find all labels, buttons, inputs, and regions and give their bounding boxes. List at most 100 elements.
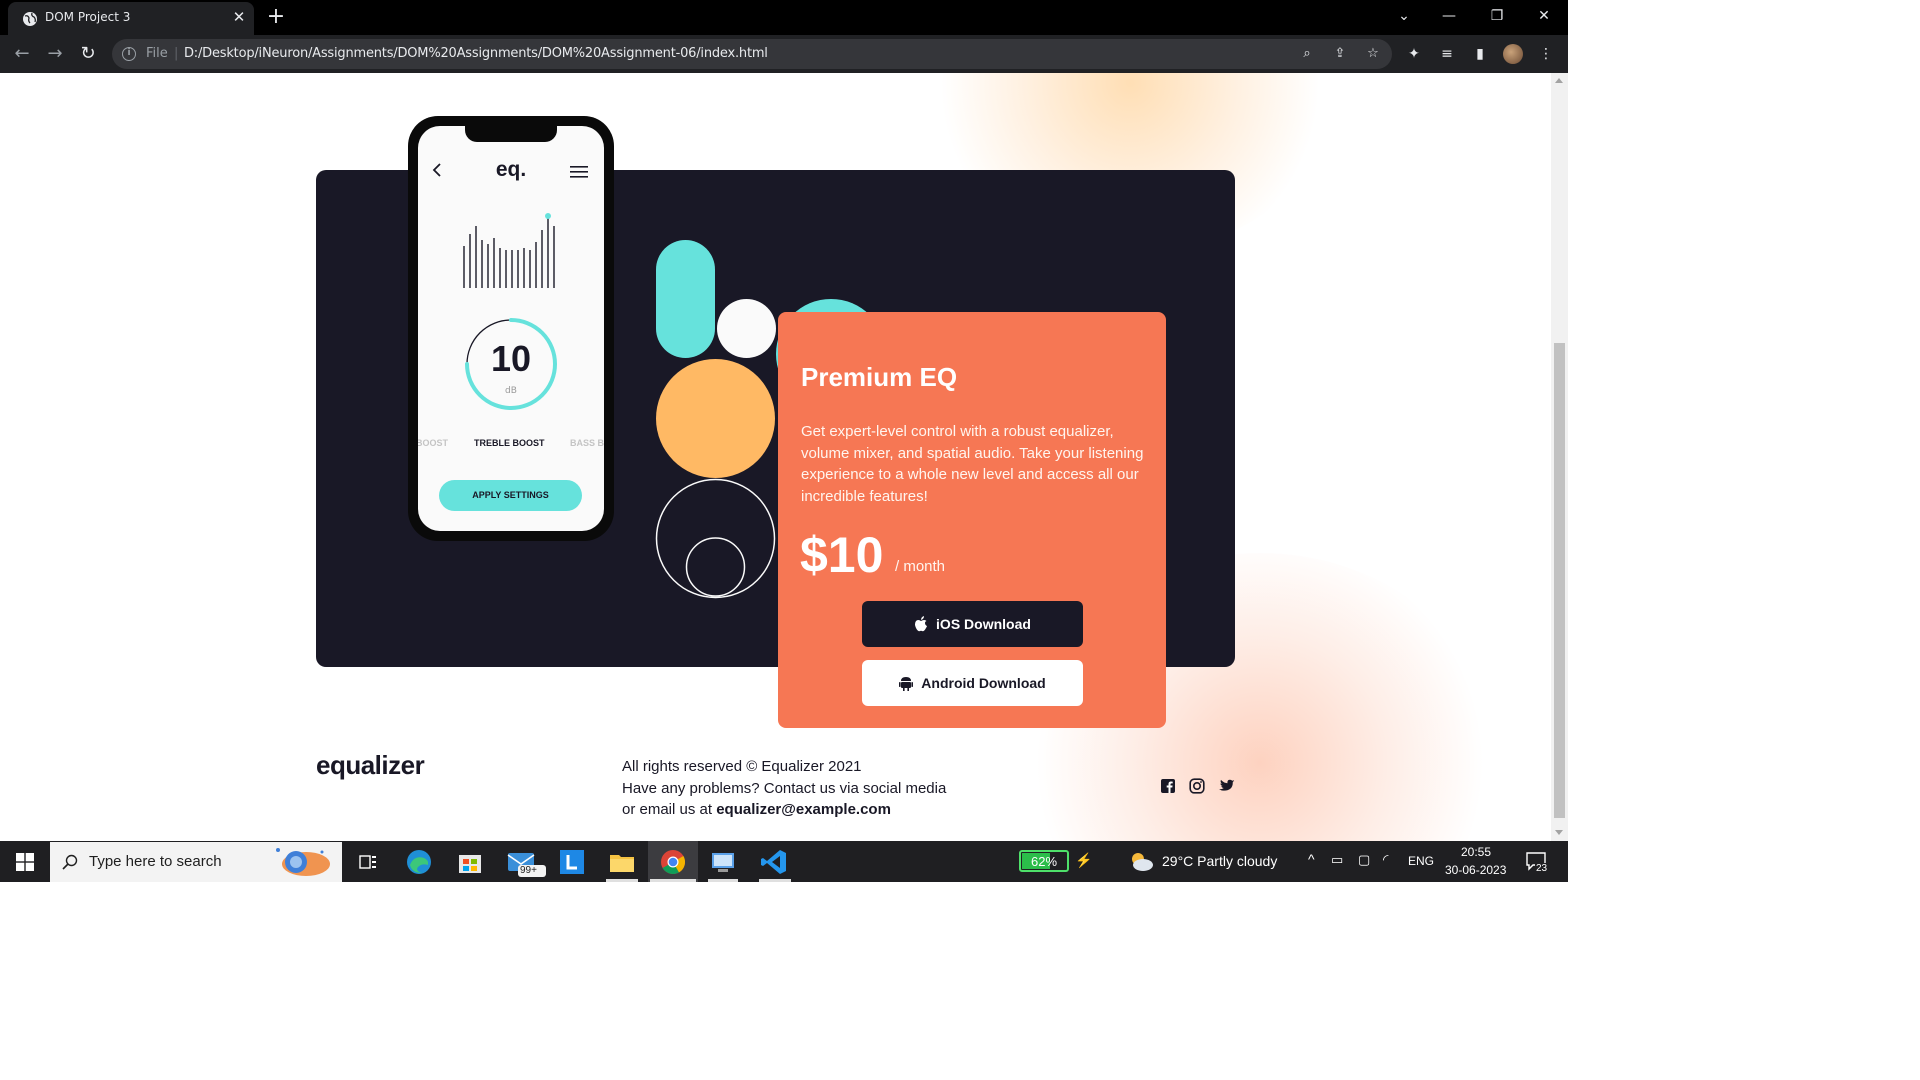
remote-desktop-icon[interactable] (708, 847, 738, 877)
card-title: Premium EQ (801, 362, 958, 392)
tab-close-icon[interactable]: ✕ (230, 8, 248, 26)
equalizer-bars-graphic (463, 213, 555, 288)
apple-icon (915, 615, 928, 631)
edge-browser-icon[interactable] (404, 847, 434, 877)
weather-text[interactable]: 29°C Partly cloudy (1162, 853, 1277, 869)
hamburger-menu-icon (570, 166, 588, 178)
android-icon (899, 676, 914, 691)
close-window-button[interactable]: ✕ (1531, 4, 1557, 28)
card-description: Get expert-level control with a robust e… (801, 423, 1144, 505)
scroll-down-arrow[interactable] (1555, 830, 1563, 835)
white-circle-shape (717, 299, 776, 358)
browser-titlebar: DOM Project 3 ✕ + ⌄ — ❐ ✕ (0, 0, 1568, 35)
restore-button[interactable]: ❐ (1484, 4, 1510, 28)
url-separator: | (174, 46, 179, 61)
microsoft-store-icon[interactable] (455, 847, 485, 877)
back-button[interactable]: ← (10, 42, 34, 66)
tray-overflow-icon[interactable]: ^ (1308, 851, 1315, 867)
taskbar-search[interactable]: Type here to search (50, 842, 342, 882)
reload-button[interactable]: ↻ (76, 42, 100, 66)
price: $10 (800, 527, 884, 583)
android-download-label: Android Download (921, 675, 1046, 691)
menu-kebab-icon[interactable]: ⋮ (1536, 44, 1556, 64)
minimize-button[interactable]: — (1436, 4, 1462, 28)
footer-text: All rights reserved © Equalizer 2021 Hav… (622, 756, 946, 821)
language-indicator[interactable]: ENG (1408, 854, 1434, 868)
browser-tab[interactable]: DOM Project 3 ✕ (8, 2, 254, 35)
phone-screen: eq. 10 dB BOOST TREBLE BOOST BASS B APPL… (418, 126, 604, 531)
page-viewport: eq. 10 dB BOOST TREBLE BOOST BASS B APPL… (0, 73, 1551, 841)
partly-cloudy-icon (1132, 853, 1153, 871)
vscode-running-indicator (759, 879, 791, 882)
instagram-icon[interactable] (1189, 778, 1205, 794)
price-period: / month (895, 558, 946, 575)
twitter-icon[interactable] (1219, 778, 1235, 794)
task-view-icon[interactable] (353, 847, 383, 877)
outline-circles-shape (655, 478, 776, 599)
footer-copyright: All rights reserved © Equalizer 2021 (622, 758, 862, 775)
forward-button[interactable]: → (43, 42, 67, 66)
wifi-icon[interactable]: ◜ (1383, 851, 1388, 868)
premium-card: Premium EQ Get expert-level control with… (778, 312, 1166, 728)
dial-unit: dB (505, 386, 517, 396)
profile-avatar[interactable] (1503, 44, 1523, 64)
clock-time[interactable]: 20:55 (1461, 845, 1491, 859)
info-icon[interactable]: i (122, 47, 136, 61)
dial-value: 10 (490, 338, 532, 379)
windows-taskbar: Type here to search 99+ 62% ⚡ 29°C Partl… (0, 841, 1568, 882)
chrome-icon[interactable] (658, 847, 688, 877)
mail-icon[interactable]: 99+ (506, 847, 546, 877)
phone-notch (465, 126, 557, 142)
remote-running-indicator (708, 879, 738, 882)
globe-icon (23, 12, 37, 26)
footer-email-prefix: or email us at (622, 801, 713, 818)
footer-email-link[interactable]: equalizer@example.com (716, 801, 891, 818)
windows-start-icon[interactable] (16, 853, 34, 871)
extensions-icon[interactable]: ✦ (1404, 44, 1424, 64)
battery-indicator[interactable]: 62% (1019, 850, 1069, 872)
bookmark-star-icon[interactable]: ☆ (1364, 45, 1382, 63)
battery-tray-icon[interactable]: ▭ (1331, 852, 1343, 868)
clock-date[interactable]: 30-06-2023 (1445, 863, 1506, 877)
footer-contact: Have any problems? Contact us via social… (622, 779, 947, 797)
ios-download-label: iOS Download (936, 616, 1031, 632)
url-text[interactable]: D:/Desktop/iNeuron/Assignments/DOM%20Ass… (184, 46, 768, 61)
cyan-pill-shape (656, 240, 715, 358)
file-explorer-icon[interactable] (607, 847, 637, 877)
search-highlight-icon (276, 848, 330, 876)
address-bar[interactable]: i File | D:/Desktop/iNeuron/Assignments/… (112, 39, 1392, 69)
share-icon[interactable]: ⇪ (1331, 45, 1349, 63)
battery-percent: 62% (1030, 854, 1058, 869)
footer-logo[interactable]: equalizer (316, 750, 425, 781)
preset-boost[interactable]: BOOST (418, 438, 448, 448)
search-icon (62, 854, 78, 870)
yellow-circle-shape (656, 359, 775, 478)
notification-count: 23 (1535, 863, 1549, 874)
media-control-icon[interactable]: ≡ (1437, 44, 1457, 64)
search-placeholder: Type here to search (89, 853, 222, 870)
facebook-icon[interactable] (1160, 778, 1176, 794)
chrome-running-indicator (650, 879, 696, 882)
mail-badge: 99+ (520, 865, 537, 876)
charging-plug-icon: ⚡ (1075, 852, 1093, 868)
file-label: File (146, 46, 168, 61)
page-scrollbar[interactable] (1551, 73, 1568, 841)
android-download-button[interactable]: Android Download (862, 660, 1083, 706)
phone-mockup: eq. 10 dB BOOST TREBLE BOOST BASS B APPL… (408, 116, 614, 541)
apply-settings-button[interactable]: APPLY SETTINGS (439, 480, 582, 511)
meet-now-icon[interactable]: ▢ (1358, 852, 1370, 868)
ios-download-button[interactable]: iOS Download (862, 601, 1083, 647)
scroll-up-arrow[interactable] (1555, 78, 1563, 83)
explorer-running-indicator (606, 879, 638, 882)
tab-title: DOM Project 3 (45, 10, 131, 24)
side-panel-icon[interactable]: ▮ (1470, 44, 1490, 64)
new-tab-button[interactable]: + (264, 5, 288, 29)
zoom-icon[interactable]: ⌕ (1298, 45, 1316, 63)
preset-bass-boost[interactable]: BASS B (570, 438, 604, 448)
preset-treble-boost[interactable]: TREBLE BOOST (474, 438, 545, 448)
scroll-thumb[interactable] (1554, 343, 1565, 818)
launcher-l-icon[interactable] (557, 847, 587, 877)
browser-toolbar: ← → ↻ i File | D:/Desktop/iNeuron/Assign… (0, 35, 1568, 73)
tab-search-icon[interactable]: ⌄ (1391, 4, 1417, 28)
vscode-icon[interactable] (759, 847, 789, 877)
